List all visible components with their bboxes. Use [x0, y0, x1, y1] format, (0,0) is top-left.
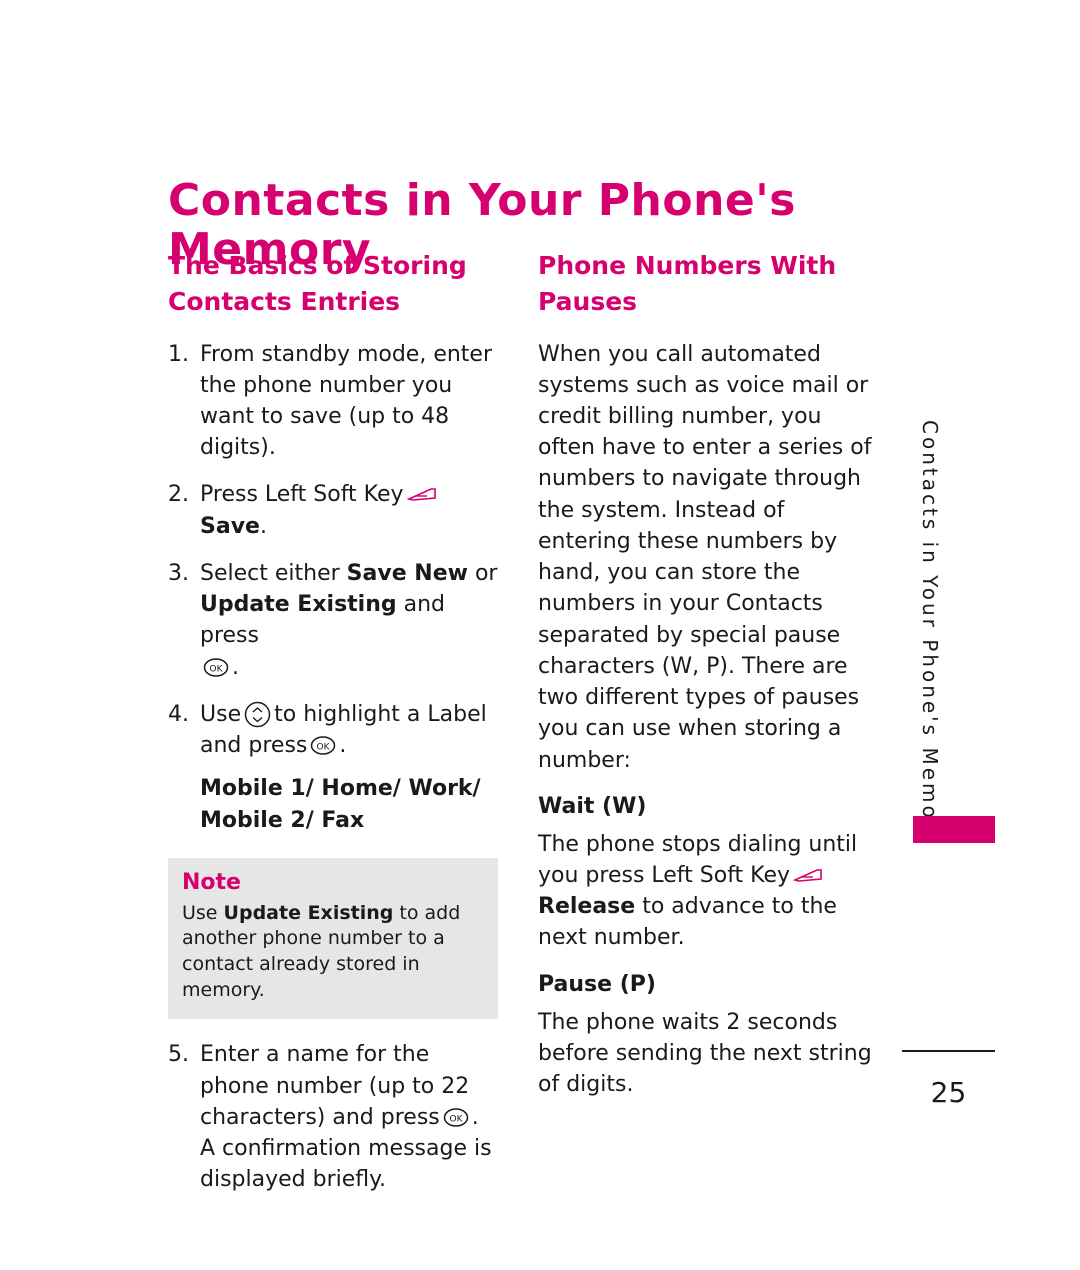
- step-4-labels-line2: Mobile 2/ Fax: [200, 807, 365, 833]
- steps-list-continued: 5. Enter a name for the phone number (up…: [168, 1039, 498, 1195]
- step-2-bold: Save: [200, 513, 260, 539]
- step-5-number: 5.: [168, 1042, 189, 1068]
- side-tab-marker: [913, 816, 995, 843]
- side-tab-label: Contacts in Your Phone's Memory: [918, 420, 942, 847]
- step-3: 3. Select either Save New or Update Exis…: [168, 558, 498, 683]
- pauses-intro-text: When you call automated systems such as …: [538, 341, 872, 773]
- ok-key-icon: OK: [443, 1106, 469, 1127]
- step-4-labels-line1: Mobile 1/ Home/ Work/: [200, 776, 481, 802]
- step-2-text-after: .: [259, 513, 267, 539]
- step-3-text-end: .: [232, 654, 239, 680]
- note-text-before: Use: [182, 901, 218, 924]
- step-1: 1. From standby mode, enter the phone nu…: [168, 339, 498, 464]
- note-bold: Update Existing: [223, 901, 394, 924]
- steps-list: 1. From standby mode, enter the phone nu…: [168, 339, 498, 836]
- svg-text:OK: OK: [210, 664, 224, 674]
- section-heading-pauses: Phone Numbers With Pauses: [538, 251, 837, 317]
- step-5: 5. Enter a name for the phone number (up…: [168, 1039, 498, 1195]
- footer-divider: [902, 1050, 995, 1052]
- wait-bold-release: Release: [538, 894, 636, 920]
- section-heading-basics: The Basics of Storing Contacts Entries: [168, 251, 467, 317]
- svg-text:OK: OK: [317, 743, 331, 753]
- step-3-text-mid: or: [474, 560, 498, 586]
- step-4: 4. Use to highlight a Label and press OK. …: [168, 699, 498, 836]
- svg-text:OK: OK: [449, 1114, 463, 1124]
- pause-description: The phone waits 2 seconds before sending…: [538, 1009, 872, 1098]
- document-page: Contacts in Your Phone's Memory The Basi…: [0, 0, 1080, 1270]
- step-4-number: 4.: [168, 701, 189, 727]
- step-4-text-after: .: [339, 733, 347, 759]
- subheading-pause: Pause (P): [538, 971, 656, 997]
- step-2-text-before: Press Left Soft Key: [200, 482, 404, 508]
- ok-key-icon: OK: [310, 734, 336, 755]
- left-column: The Basics of Storing Contacts Entries 1…: [168, 248, 498, 1212]
- page-number: 25: [930, 1076, 967, 1109]
- step-3-number: 3.: [168, 560, 189, 586]
- subheading-wait: Wait (W): [538, 793, 647, 819]
- note-text: Use Update Existing to add another phone…: [182, 901, 484, 1004]
- right-column: Phone Numbers With Pauses When you call …: [538, 248, 883, 1100]
- step-1-number: 1.: [168, 341, 189, 367]
- note-title: Note: [182, 869, 241, 895]
- step-4-text-before: Use: [200, 701, 242, 727]
- note-box: Note Use Update Existing to add another …: [168, 857, 498, 1020]
- step-3-text-before: Select either: [200, 560, 340, 586]
- soft-key-icon: [406, 481, 437, 502]
- step-2-number: 2.: [168, 482, 189, 508]
- step-3-bold-update-existing: Update Existing: [200, 592, 397, 618]
- step-1-text: From standby mode, enter the phone numbe…: [200, 341, 493, 461]
- soft-key-icon: [792, 862, 823, 882]
- step-5-text-before: Enter a name for the phone number (up to…: [200, 1042, 470, 1130]
- step-3-bold-save-new: Save New: [346, 560, 468, 586]
- step-2: 2. Press Left Soft Key Save.: [168, 479, 498, 541]
- wait-description: The phone stops dialing until you press …: [538, 829, 883, 954]
- ok-key-icon: OK: [203, 656, 229, 677]
- navigation-key-icon: [244, 701, 271, 728]
